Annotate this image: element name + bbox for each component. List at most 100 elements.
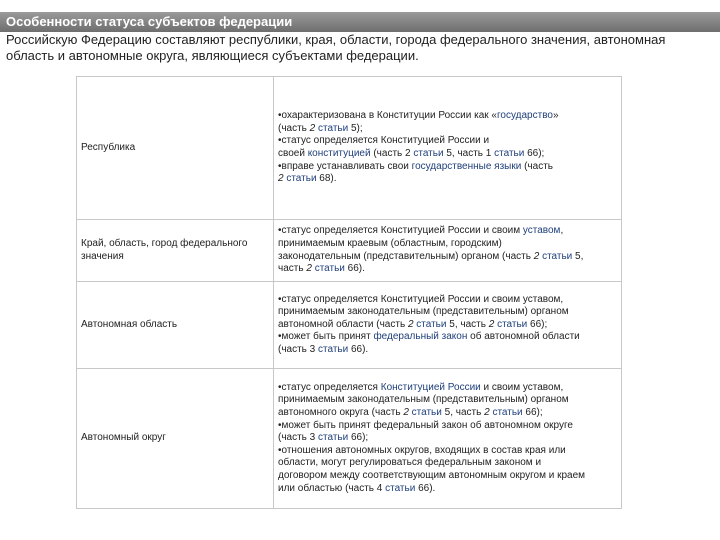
- description-text: 5, часть 1: [443, 148, 495, 159]
- description-text: 66).: [344, 263, 365, 275]
- description-text: (часть 3: [278, 343, 319, 355]
- description-text: часть: [278, 263, 307, 275]
- article-link[interactable]: статьи: [315, 263, 345, 274]
- description-text: автономной области (часть: [278, 318, 408, 330]
- description-text: 5,: [572, 250, 584, 262]
- description-text: и своим уставом,: [480, 381, 564, 393]
- description-text: •статус определяется Конституцией России…: [278, 225, 523, 237]
- description-text: 66);: [524, 148, 545, 159]
- description-line: (часть 3 статьи 66);: [278, 432, 617, 445]
- description-line: договором между соответствующим автономн…: [278, 470, 617, 483]
- description-text: •может быть принят федеральный закон об …: [278, 419, 573, 431]
- description-text: •статус определяется Конституцией России…: [278, 293, 564, 305]
- description-text: »: [552, 110, 559, 122]
- description-text: (часть: [278, 122, 310, 134]
- article-link[interactable]: государственные языки: [412, 161, 522, 172]
- description-text: области, могут регулироваться федеральны…: [278, 457, 542, 469]
- description-text: 66);: [527, 318, 548, 330]
- description-text: 66).: [415, 482, 436, 494]
- article-link[interactable]: конституцией: [308, 148, 371, 159]
- intro-text: Российскую Федерацию составляют республи…: [6, 32, 666, 63]
- article-link[interactable]: Конституцией России: [381, 382, 481, 393]
- description-line: •отношения автономных округов, входящих …: [278, 445, 617, 458]
- description-line: принимаемым законодательным (представите…: [278, 394, 617, 407]
- table-row: Автономный округ •статус определяется Ко…: [76, 368, 622, 509]
- description-text: 2: [403, 407, 412, 419]
- article-link[interactable]: уставом: [523, 225, 561, 236]
- description-line: •может быть принят федеральный закон об …: [278, 420, 617, 433]
- description-text: или областью (часть 4: [278, 482, 386, 494]
- description-line: •вправе устанавливать свои государственн…: [278, 161, 617, 174]
- description-line: (часть 3 статьи 66).: [278, 344, 617, 357]
- description-text: •охарактеризована в Конституции России к…: [278, 110, 497, 122]
- description-text: 66);: [522, 407, 543, 419]
- description-text: 68).: [316, 173, 337, 185]
- subject-description: •статус определяется Конституцией России…: [273, 219, 622, 282]
- description-text: принимаемым законодательным (представите…: [278, 306, 569, 318]
- description-line: законодательным (представительным) орган…: [278, 251, 617, 264]
- article-link[interactable]: статьи: [318, 432, 348, 443]
- description-line: •статус определяется Конституцией России…: [278, 294, 617, 307]
- table-row: Республика •охарактеризована в Конституц…: [76, 76, 622, 220]
- subject-description: •охарактеризована в Конституции России к…: [273, 76, 622, 220]
- description-text: принимаемым краевым (областным, городски…: [278, 237, 502, 249]
- description-text: принимаемым законодательным (представите…: [278, 394, 569, 406]
- description-text: 66).: [348, 343, 369, 355]
- description-text: 5);: [348, 122, 363, 134]
- description-text: (часть 3: [278, 432, 319, 444]
- subject-description: •статус определяется Конституцией России…: [273, 281, 622, 369]
- description-line: своей конституцией (часть 2 статьи 5, ча…: [278, 148, 617, 161]
- description-text: 2: [306, 263, 315, 275]
- slide-title: Особенности статуса субъектов федерации: [6, 14, 293, 29]
- article-link[interactable]: статьи: [494, 148, 524, 159]
- description-line: •может быть принят федеральный закон об …: [278, 331, 617, 344]
- description-line: часть 2 статьи 66).: [278, 263, 617, 276]
- article-link[interactable]: статьи: [385, 483, 415, 494]
- description-text: •статус определяется Конституцией России…: [278, 135, 490, 147]
- article-link[interactable]: государство: [497, 110, 553, 121]
- description-text: своей: [278, 148, 308, 159]
- description-line: принимаемым краевым (областным, городски…: [278, 238, 617, 251]
- article-link[interactable]: статьи: [492, 407, 522, 418]
- article-link[interactable]: статьи: [413, 148, 443, 159]
- description-text: •отношения автономных округов, входящих …: [278, 444, 566, 456]
- subject-name: Автономная область: [76, 281, 274, 369]
- subject-name: Автономный округ: [76, 368, 274, 509]
- description-line: •охарактеризована в Конституции России к…: [278, 110, 617, 123]
- description-text: 2: [488, 318, 498, 330]
- description-text: 5, часть: [441, 407, 485, 419]
- article-link[interactable]: статьи: [318, 344, 348, 355]
- description-text: •статус определяется: [278, 381, 381, 393]
- subject-description: •статус определяется Конституцией России…: [273, 368, 622, 509]
- description-line: (часть 2 статьи 5);: [278, 123, 617, 136]
- description-text: 2: [533, 250, 543, 262]
- article-link[interactable]: статьи: [542, 251, 572, 262]
- description-line: •статус определяется Конституцией России…: [278, 135, 617, 148]
- description-line: автономного округа (часть 2 статьи 5, ча…: [278, 407, 617, 420]
- description-text: 2: [309, 122, 319, 134]
- description-text: 66);: [348, 432, 369, 444]
- article-link[interactable]: статьи: [412, 407, 442, 418]
- article-link[interactable]: статьи: [286, 173, 316, 184]
- description-text: договором между соответствующим автономн…: [278, 469, 586, 481]
- description-text: •может быть принят: [278, 331, 374, 343]
- description-line: или областью (часть 4 статьи 66).: [278, 483, 617, 496]
- subject-name: Республика: [76, 76, 274, 220]
- description-text: законодательным (представительным) орган…: [278, 250, 534, 262]
- description-line: области, могут регулироваться федеральны…: [278, 457, 617, 470]
- description-text: 5, часть: [446, 318, 489, 330]
- article-link[interactable]: статьи: [497, 319, 527, 330]
- description-line: принимаемым законодательным (представите…: [278, 306, 617, 319]
- table-row: Край, область, город федерального значен…: [76, 219, 622, 282]
- description-text: автономного округа (часть: [278, 407, 404, 419]
- description-text: (часть 2: [370, 148, 414, 159]
- description-text: •вправе устанавливать свои: [278, 160, 412, 172]
- description-text: (часть: [521, 160, 553, 172]
- article-link[interactable]: статьи: [416, 319, 446, 330]
- description-line: автономной области (часть 2 статьи 5, ча…: [278, 319, 617, 332]
- description-line: •статус определяется Конституцией России…: [278, 382, 617, 395]
- article-link[interactable]: статьи: [318, 123, 348, 134]
- status-table: Республика •охарактеризована в Конституц…: [76, 76, 622, 509]
- subject-name: Край, область, город федерального значен…: [76, 219, 274, 282]
- article-link[interactable]: федеральный закон: [373, 331, 467, 342]
